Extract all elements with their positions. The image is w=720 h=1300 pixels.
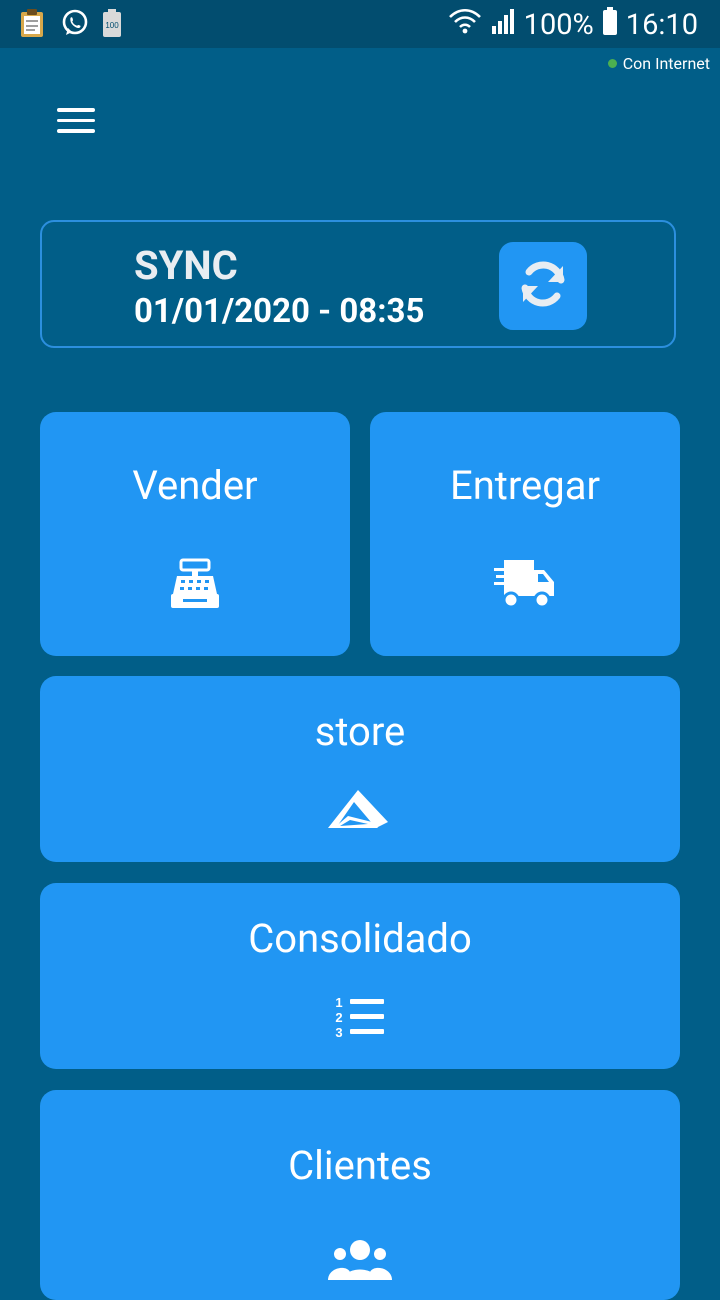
connection-status: Con Internet	[607, 54, 710, 73]
svg-text:1: 1	[335, 995, 342, 1010]
sync-title: SYNC	[134, 242, 238, 289]
vender-tile[interactable]: Vender	[40, 412, 350, 656]
sync-button[interactable]	[499, 242, 587, 330]
status-bar: 100 100% 16:10	[0, 0, 720, 48]
wifi-icon	[448, 6, 482, 44]
battery-icon	[602, 6, 618, 44]
svg-text:100: 100	[105, 21, 119, 30]
battery-100-icon: 100	[102, 8, 130, 38]
store-logo-icon	[328, 788, 392, 834]
delivery-truck-icon	[494, 558, 556, 614]
store-tile[interactable]: store	[40, 676, 680, 862]
sync-icon	[517, 258, 569, 314]
app-content: Con Internet SYNC 01/01/2020 - 08:35 Ven…	[0, 48, 720, 1300]
signal-icon	[490, 6, 516, 44]
users-icon	[328, 1240, 392, 1284]
cash-register-icon	[169, 558, 221, 614]
battery-percent: 100%	[523, 8, 594, 42]
store-label: store	[314, 708, 406, 755]
status-bar-right: 100% 16:10	[448, 6, 698, 44]
clipboard-icon	[18, 8, 46, 38]
svg-text:3: 3	[335, 1025, 342, 1039]
entregar-label: Entregar	[449, 462, 601, 509]
vender-label: Vender	[132, 462, 258, 509]
numbered-list-icon: 1 2 3	[334, 995, 386, 1043]
hamburger-icon[interactable]	[57, 108, 97, 136]
clientes-tile[interactable]: Clientes	[40, 1090, 680, 1300]
clock: 16:10	[625, 8, 698, 42]
connection-status-label: Con Internet	[622, 54, 710, 73]
status-bar-left-icons: 100	[18, 8, 130, 38]
entregar-tile[interactable]: Entregar	[370, 412, 680, 656]
whatsapp-icon	[60, 8, 88, 38]
consolidado-label: Consolidado	[248, 915, 472, 962]
clientes-label: Clientes	[288, 1142, 432, 1189]
connection-dot	[607, 59, 617, 68]
sync-card: SYNC 01/01/2020 - 08:35	[40, 220, 676, 348]
sync-datetime: 01/01/2020 - 08:35	[134, 292, 425, 331]
svg-text:2: 2	[335, 1010, 342, 1025]
consolidado-tile[interactable]: Consolidado 1 2 3	[40, 883, 680, 1069]
